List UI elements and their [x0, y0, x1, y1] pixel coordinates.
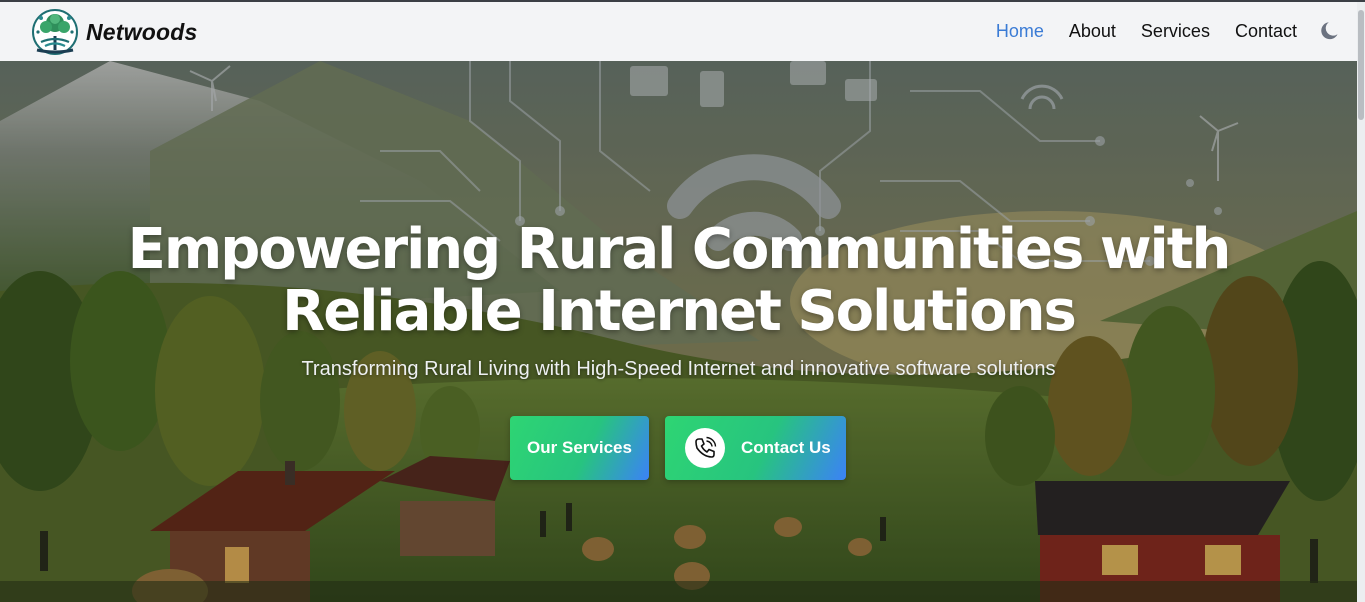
- hero-content: Empowering Rural Communities with Reliab…: [0, 61, 1357, 602]
- page-scrollbar[interactable]: [1357, 2, 1365, 602]
- scrollbar-thumb[interactable]: [1358, 10, 1364, 120]
- our-services-button[interactable]: Our Services: [510, 416, 649, 480]
- window-top-border: [0, 0, 1365, 2]
- hero-subtitle: Transforming Rural Living with High-Spee…: [301, 358, 1056, 380]
- moon-icon[interactable]: [1318, 19, 1342, 43]
- hero-title: Empowering Rural Communities with Reliab…: [127, 217, 1232, 344]
- contact-us-label: Contact Us: [741, 438, 831, 457]
- hero-cta-buttons: Our Services Contact Us: [0, 416, 1357, 480]
- nav-link-about[interactable]: About: [1069, 21, 1116, 41]
- nav-link-home[interactable]: Home: [996, 21, 1044, 41]
- hero-section: Empowering Rural Communities with Reliab…: [0, 61, 1357, 602]
- navbar: Netwoods Home About Services Contact: [0, 2, 1357, 61]
- phone-icon: [685, 428, 725, 468]
- tree-wifi-logo-icon: [32, 9, 78, 55]
- nav-link-contact[interactable]: Contact: [1235, 21, 1297, 41]
- brand-name: Netwoods: [86, 18, 198, 45]
- nav-menu: Home About Services Contact: [996, 2, 1297, 61]
- nav-link-services[interactable]: Services: [1141, 21, 1210, 41]
- brand-home-link[interactable]: Netwoods: [31, 6, 198, 58]
- contact-us-button[interactable]: Contact Us: [665, 416, 846, 480]
